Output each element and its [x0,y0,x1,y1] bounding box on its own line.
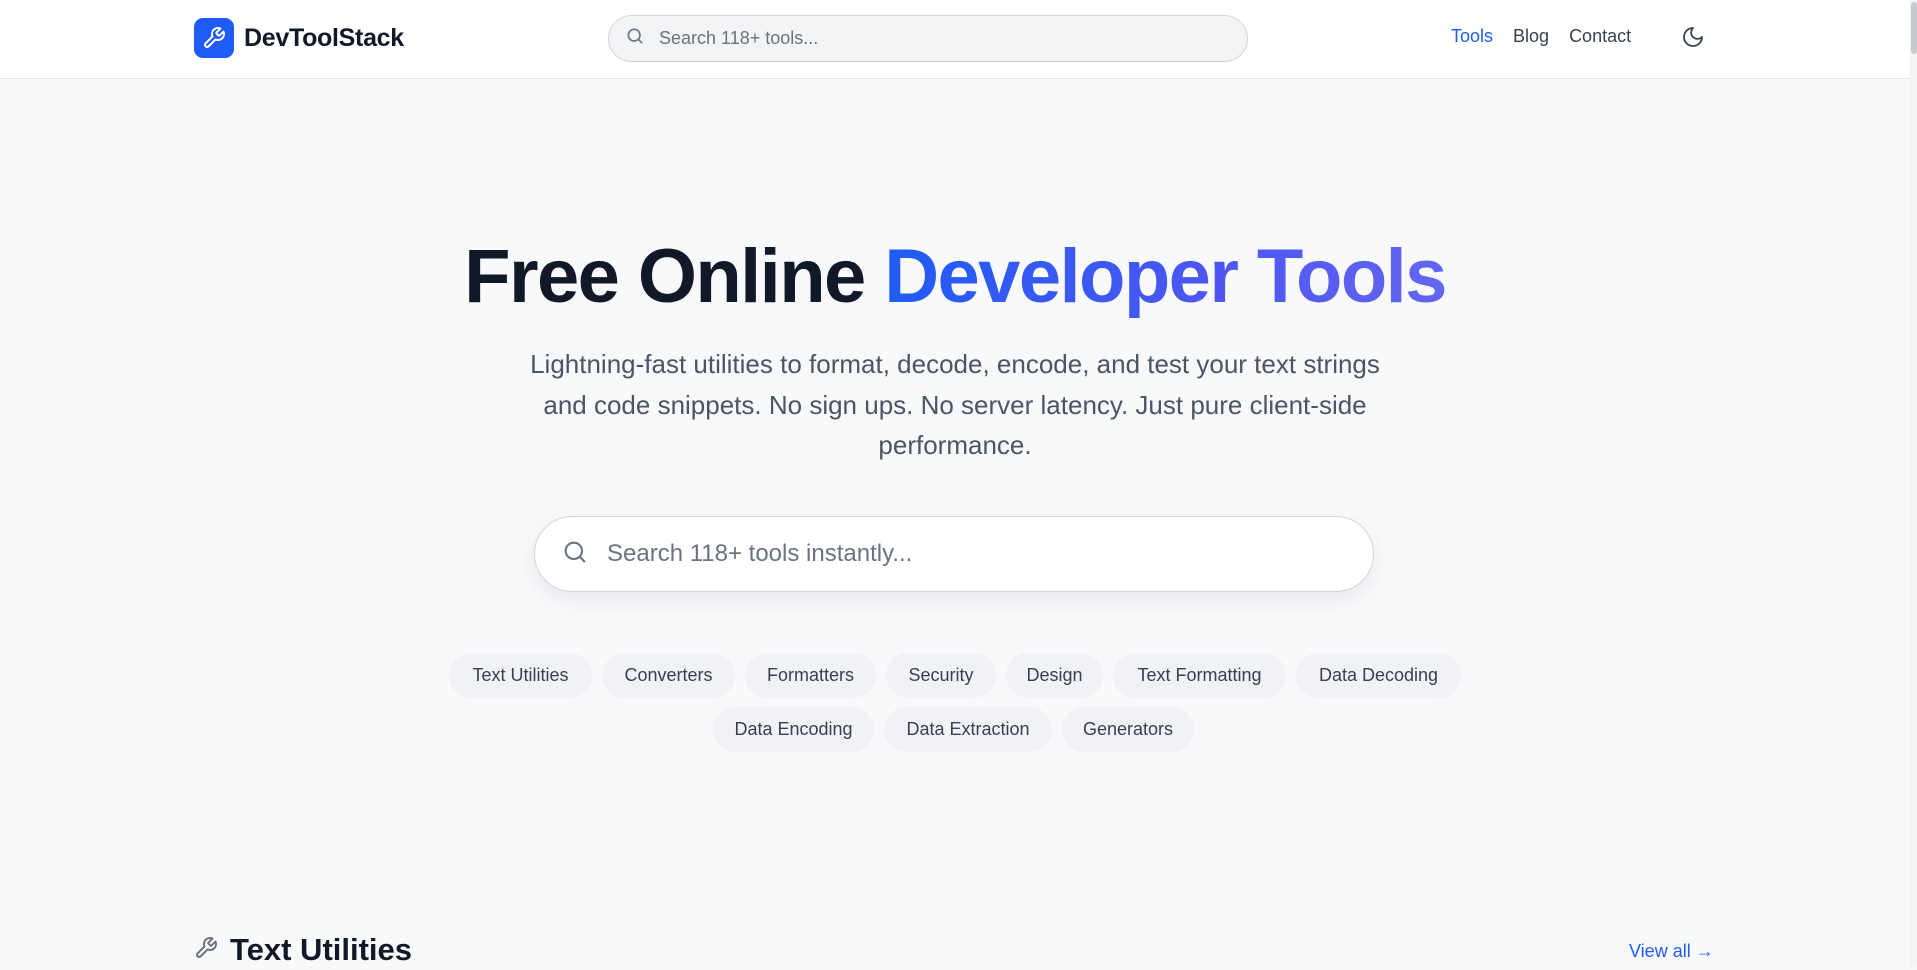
category-chip-data-extraction[interactable]: Data Extraction [884,707,1052,752]
main-nav: Tools Blog Contact [1451,26,1631,47]
section-header-text-utilities: Text Utilities [194,930,412,970]
section-title: Text Utilities [230,932,413,967]
nav-link-blog[interactable]: Blog [1513,26,1549,47]
header-search-input[interactable] [659,28,1219,49]
category-chip-formatters[interactable]: Formatters [745,653,876,698]
header-search-box [608,15,1248,62]
search-icon [561,538,589,571]
brand-name: DevToolStack [244,23,404,52]
page-scrollbar-thumb[interactable] [1911,2,1917,54]
theme-toggle-button[interactable] [1678,23,1708,53]
category-chip-design[interactable]: Design [1006,653,1103,698]
category-chip-converters[interactable]: Converters [602,653,735,698]
page-scrollbar-track[interactable] [1910,0,1917,967]
hero-search-input[interactable] [607,540,1347,568]
hero-title: Free Online Developer Tools [0,232,1910,322]
category-chip-data-encoding[interactable]: Data Encoding [713,707,874,752]
category-chip-data-decoding[interactable]: Data Decoding [1296,653,1461,698]
category-chip-text-formatting[interactable]: Text Formatting [1113,653,1286,698]
category-chip-text-utilities[interactable]: Text Utilities [449,653,592,698]
hero-search-box [534,516,1374,592]
category-chip-generators[interactable]: Generators [1062,707,1194,752]
hero-title-plain: Free Online [464,234,866,319]
wrench-icon [194,18,234,58]
search-icon [625,26,645,51]
moon-icon [1681,25,1705,52]
hero-title-accent: Developer Tools [884,234,1447,319]
brand-link[interactable]: DevToolStack [194,18,404,58]
wrench-icon [194,936,218,965]
top-navbar: DevToolStack Tools Blog Contact [0,0,1910,79]
nav-link-contact[interactable]: Contact [1569,26,1631,47]
view-all-link[interactable]: View all → [1629,941,1714,962]
nav-link-tools[interactable]: Tools [1451,26,1493,47]
hero-subtitle: Lightning-fast utilities to format, deco… [530,349,1380,460]
category-chip-security[interactable]: Security [886,653,996,698]
